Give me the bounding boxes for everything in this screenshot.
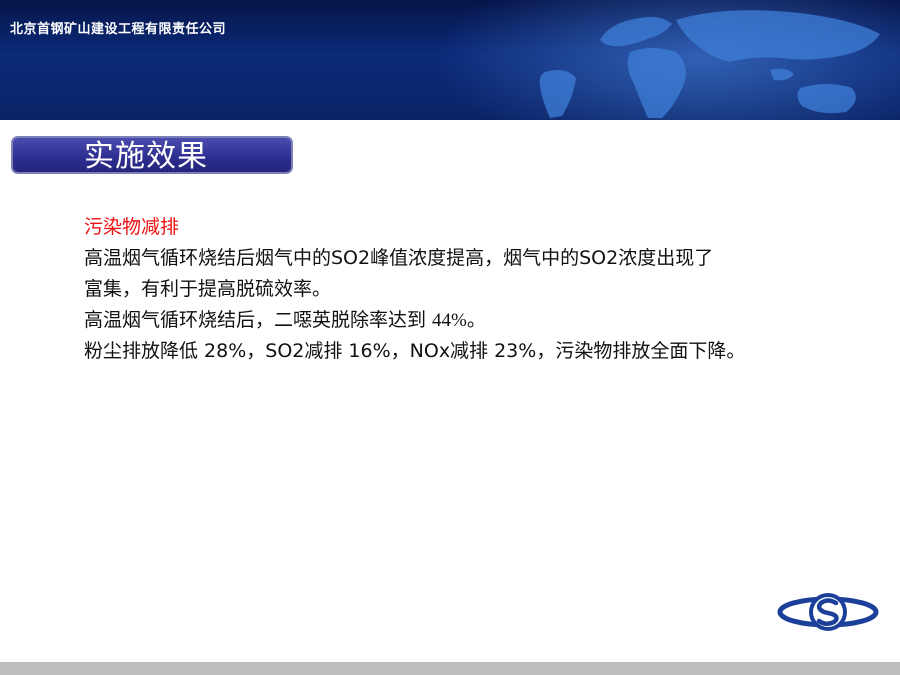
content-line-dioxin: 高温烟气循环烧结后，二噁英脱除率达到 44%。 (84, 305, 874, 336)
dioxin-prefix: 高温烟气循环烧结后，二噁英脱除率达到 (84, 309, 433, 331)
content-body: 污染物减排 高温烟气循环烧结后烟气中的SO2峰值浓度提高，烟气中的SO2浓度出现… (84, 212, 874, 367)
content-line-2: 富集，有利于提高脱硫效率。 (84, 278, 332, 300)
content-line-3: 粉尘排放降低 28%，SO2减排 16%，NOx减排 23%，污染物排放全面下降… (84, 340, 746, 362)
company-name: 北京首钢矿山建设工程有限责任公司 (10, 22, 227, 37)
section-title: 实施效果 (84, 139, 208, 174)
footer-bar (0, 662, 900, 675)
company-logo-icon (777, 593, 879, 631)
content-line-1: 高温烟气循环烧结后烟气中的SO2峰值浓度提高，烟气中的SO2浓度出现了 (84, 247, 714, 269)
subheading: 污染物减排 (84, 216, 180, 238)
dioxin-value: 44% (432, 310, 467, 331)
header-banner: 北京首钢矿山建设工程有限责任公司 (0, 0, 900, 120)
dioxin-suffix: 。 (466, 310, 486, 331)
